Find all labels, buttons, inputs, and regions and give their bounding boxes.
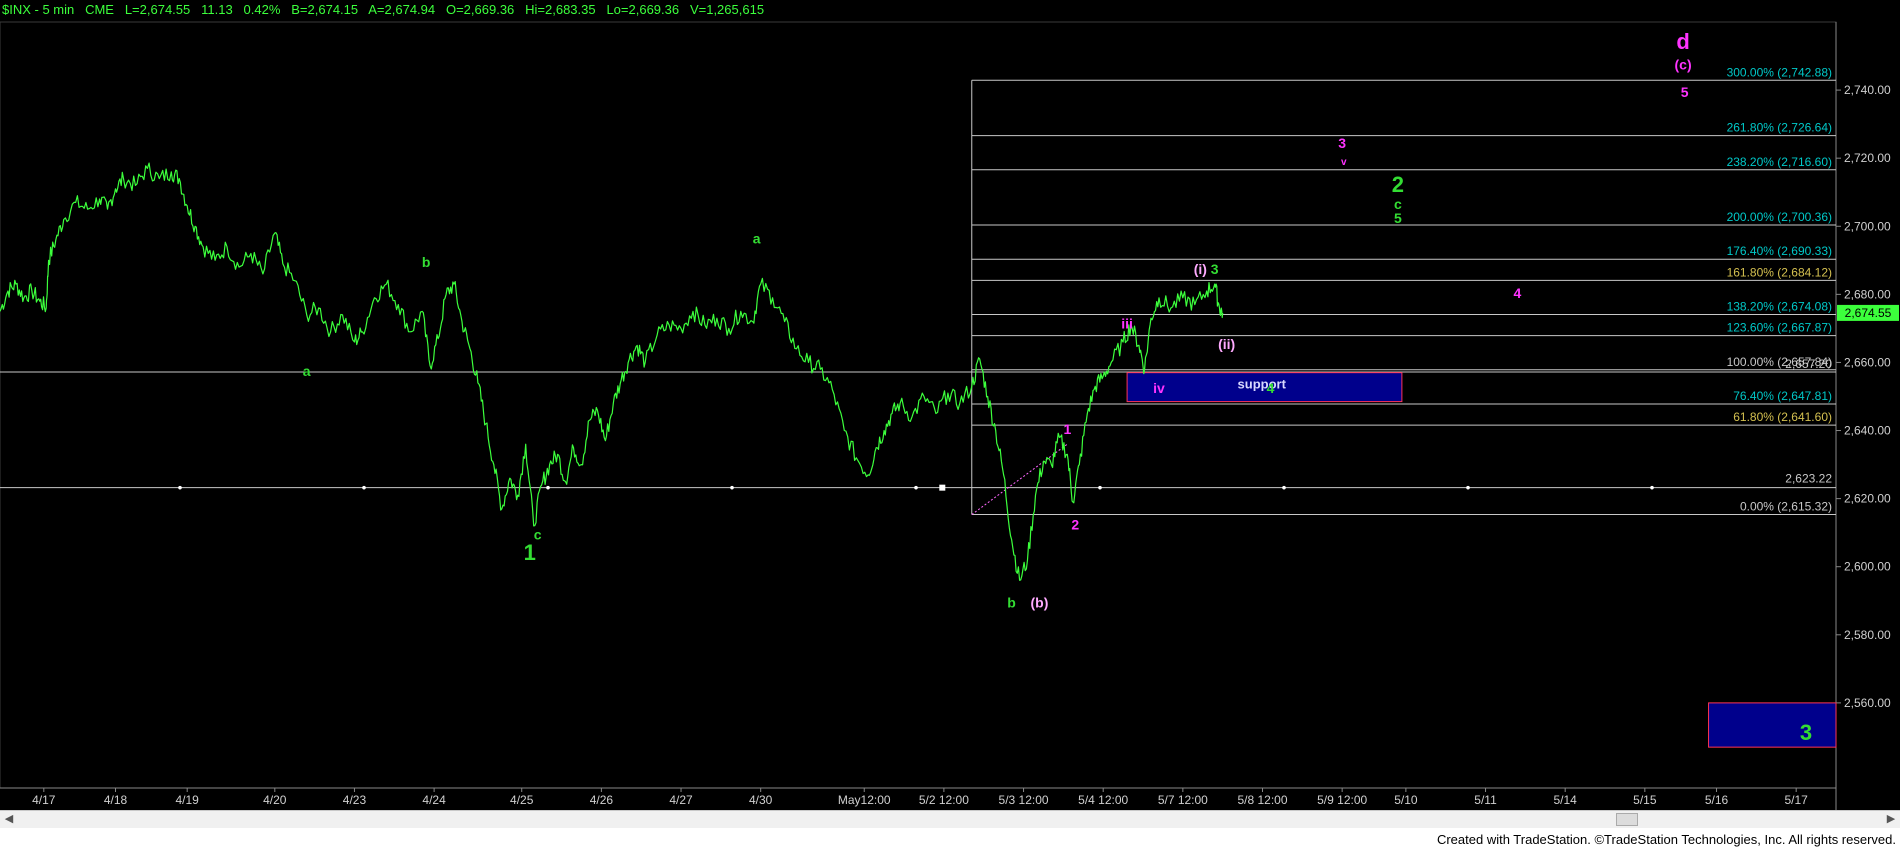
wave-label: 2: [1392, 172, 1404, 197]
wave-label: (b): [1031, 595, 1049, 611]
scroll-thumb[interactable]: [1616, 813, 1638, 826]
x-tick-label: 4/27: [669, 793, 693, 807]
y-tick-label: 2,620.00: [1844, 492, 1891, 506]
x-tick-label: 5/8 12:00: [1237, 793, 1287, 807]
y-tick-label: 2,700.00: [1844, 219, 1891, 233]
reference-line-marker: [546, 485, 550, 490]
y-tick-label: 2,580.00: [1844, 628, 1891, 642]
x-tick-label: May12:00: [838, 793, 891, 807]
x-tick-label: 4/24: [422, 793, 446, 807]
fib-level-label: 200.00% (2,700.36): [1727, 210, 1832, 224]
y-tick-label: 2,640.00: [1844, 424, 1891, 438]
price-chart[interactable]: 2,740.00 2,720.00 2,700.00 2,680.00 2,660.00…: [0, 0, 1900, 850]
wave-label: iv: [1153, 380, 1165, 396]
reference-line-marker: [178, 485, 182, 490]
wave-label: 1: [1063, 421, 1071, 437]
reference-line-marker: [362, 485, 366, 490]
reference-line-marker: [1466, 485, 1470, 490]
fib-level-label: 176.40% (2,690.33): [1727, 244, 1832, 258]
x-tick-label: 5/14: [1554, 793, 1578, 807]
reference-line-square: [939, 484, 946, 491]
fib-level-label: 138.20% (2,674.08): [1727, 300, 1832, 314]
x-tick-label: 4/17: [32, 793, 56, 807]
fib-level-label: 61.80% (2,641.60): [1733, 410, 1832, 424]
wave-label: 5: [1394, 210, 1402, 226]
footer: Created with TradeStation. ©TradeStation…: [0, 828, 1900, 850]
x-tick-label: 5/9 12:00: [1317, 793, 1367, 807]
wave-label: a: [753, 230, 761, 246]
time-scrollbar[interactable]: ◀ ▶: [0, 810, 1900, 829]
x-tick-label: 4/30: [749, 793, 773, 807]
wave-label: d: [1676, 29, 1689, 54]
wave-label: 5: [1681, 84, 1689, 100]
wave-label: a: [303, 363, 311, 379]
wave-label: 4: [1513, 285, 1521, 301]
x-tick-label: 4/19: [176, 793, 200, 807]
fib-level-label: 100.00% (2,657.84): [1727, 355, 1832, 369]
x-tick-label: 5/11: [1474, 793, 1497, 807]
x-tick-label: 4/25: [510, 793, 534, 807]
footer-credit: Created with TradeStation. ©TradeStation…: [1436, 832, 1896, 847]
fib-level-label: 123.60% (2,667.87): [1727, 321, 1832, 335]
x-tick-label: 5/16: [1705, 793, 1729, 807]
wave-label: (i): [1194, 261, 1207, 277]
wave-label: 1: [524, 540, 536, 565]
y-tick-label: 2,720.00: [1844, 151, 1891, 165]
wave-label: (c): [1675, 57, 1692, 73]
y-tick-label: 2,600.00: [1844, 560, 1891, 574]
wave-label: b: [1007, 595, 1016, 611]
reference-line-marker: [730, 485, 734, 490]
wave-label: iii: [1121, 315, 1133, 331]
x-tick-label: 4/20: [263, 793, 287, 807]
wave-label: 3: [1211, 261, 1219, 277]
fib-level-label: 238.20% (2,716.60): [1727, 155, 1832, 169]
x-tick-label: 5/3 12:00: [999, 793, 1049, 807]
y-tick-label: 2,740.00: [1844, 83, 1891, 97]
last-price-tag-label: 2,674.55: [1845, 306, 1892, 320]
target-zone: [1708, 702, 1837, 748]
wave-label: (ii): [1218, 336, 1235, 352]
y-tick-label: 2,660.00: [1844, 355, 1891, 369]
wave-label: 3: [1338, 135, 1346, 151]
reference-line-marker: [1650, 485, 1654, 490]
x-tick-label: 5/15: [1633, 793, 1657, 807]
x-tick-label: 5/4 12:00: [1078, 793, 1128, 807]
fib-level-label: 300.00% (2,742.88): [1727, 65, 1832, 79]
scroll-right-icon[interactable]: ▶: [1884, 813, 1898, 826]
scroll-left-icon[interactable]: ◀: [2, 813, 16, 826]
reference-line-marker: [1098, 485, 1102, 490]
reference-line-marker: [914, 485, 918, 490]
wave-label: v: [1341, 157, 1347, 168]
wave-label: 4: [1267, 380, 1275, 396]
x-tick-label: 4/18: [104, 793, 128, 807]
x-tick-label: 5/10: [1394, 793, 1418, 807]
reference-line-label: 2,623.22: [1785, 472, 1832, 486]
y-tick-label: 2,560.00: [1844, 696, 1891, 710]
fib-level-label: 76.40% (2,647.81): [1733, 389, 1832, 403]
y-tick-label: 2,680.00: [1844, 287, 1891, 301]
wave-label: 2: [1071, 516, 1079, 532]
x-tick-label: 5/2 12:00: [919, 793, 969, 807]
fib-level-label: 261.80% (2,726.64): [1727, 121, 1832, 135]
target-zone-label: 3: [1800, 720, 1812, 745]
support-zone-label: support: [1238, 377, 1287, 392]
x-tick-label: 4/26: [590, 793, 614, 807]
x-tick-label: 4/23: [343, 793, 367, 807]
wave-label: b: [422, 254, 431, 270]
x-tick-label: 5/7 12:00: [1158, 793, 1208, 807]
x-tick-label: 5/17: [1784, 793, 1808, 807]
reference-line-marker: [1282, 485, 1286, 490]
fib-level-label: 0.00% (2,615.32): [1740, 500, 1832, 514]
fib-level-label: 161.80% (2,684.12): [1727, 265, 1832, 279]
